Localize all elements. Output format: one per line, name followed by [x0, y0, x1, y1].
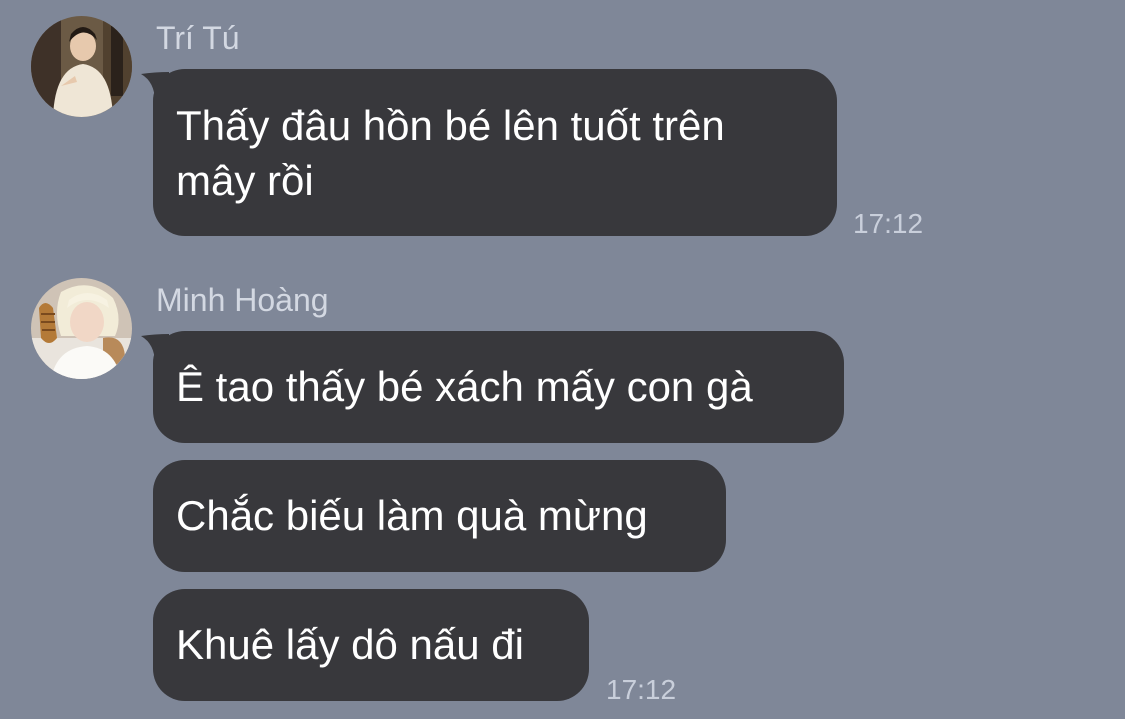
sender-name-minh-hoang: Minh Hoàng — [156, 282, 329, 318]
user-avatar-icon — [31, 278, 132, 379]
message-text: Thấy đâu hồn bé lên tuốt trên — [176, 102, 725, 149]
message-text: mây rồi — [176, 157, 314, 204]
message-text: Chắc biếu làm quà mừng — [176, 492, 648, 539]
message-text: Khuê lấy dô nấu đi — [176, 621, 524, 668]
user-avatar-icon — [31, 16, 132, 117]
message-bubble[interactable]: Ê tao thấy bé xách mấy con gà — [153, 331, 844, 443]
message-bubble[interactable]: Khuê lấy dô nấu đi — [153, 589, 589, 701]
message-text: Ê tao thấy bé xách mấy con gà — [176, 363, 753, 410]
avatar-tri-tu[interactable] — [31, 16, 132, 117]
message-bubble[interactable]: Chắc biếu làm quà mừng — [153, 460, 726, 572]
message-bubble[interactable]: Thấy đâu hồn bé lên tuốt trên mây rồi — [153, 69, 837, 236]
avatar-minh-hoang[interactable] — [31, 278, 132, 379]
sender-name-tri-tu: Trí Tú — [156, 20, 240, 56]
message-timestamp: 17:12 — [853, 208, 924, 239]
message-timestamp: 17:12 — [606, 674, 677, 705]
